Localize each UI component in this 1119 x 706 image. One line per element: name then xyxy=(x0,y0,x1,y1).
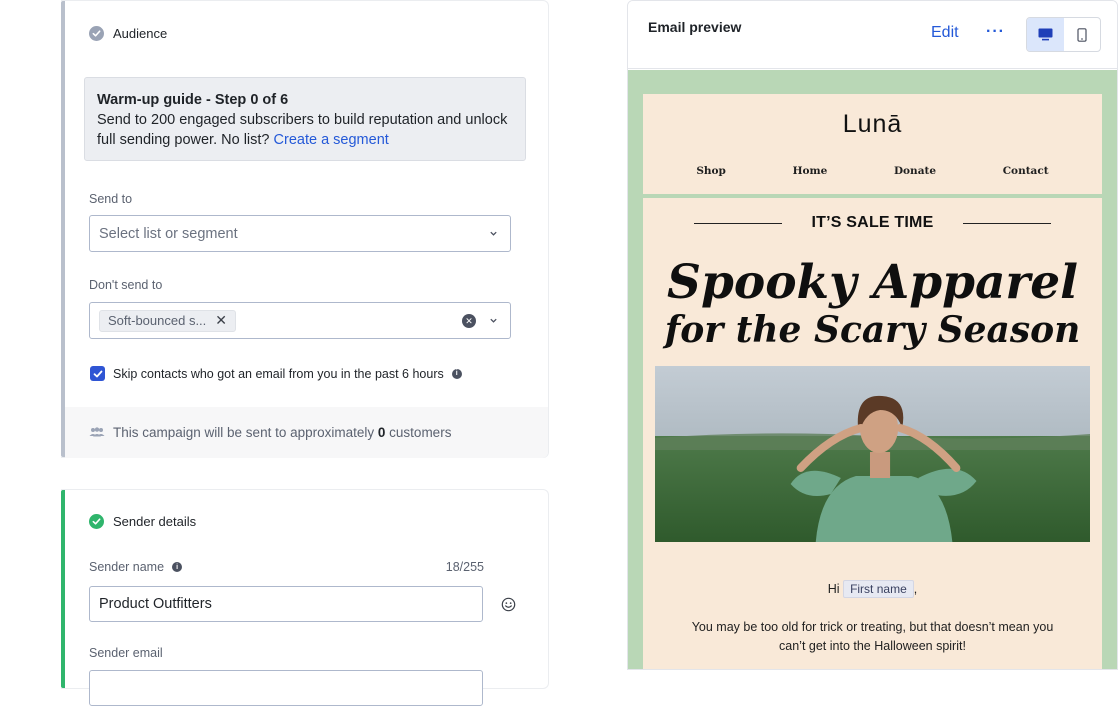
info-icon[interactable]: i xyxy=(451,368,462,379)
audience-title: Audience xyxy=(113,26,168,41)
device-toggle xyxy=(1026,17,1101,52)
email-content: Lunā Shop Home Donate Contact IT’S SALE … xyxy=(643,94,1102,669)
send-to-label: Send to xyxy=(89,192,133,206)
sale-banner: IT’S SALE TIME xyxy=(643,198,1102,248)
brand-logo: Lunā xyxy=(842,110,903,138)
audience-estimate: This campaign will be sent to approximat… xyxy=(65,407,548,458)
email-nav-item: Home xyxy=(792,165,828,177)
mobile-icon xyxy=(1077,27,1087,42)
greeting-line: Hi First name, xyxy=(643,580,1102,598)
preview-title: Email preview xyxy=(648,19,742,35)
check-circle-icon xyxy=(89,514,104,529)
emoji-icon[interactable] xyxy=(501,597,516,612)
email-preview-panel: Email preview Edit ··· Lunā Shop Home Do… xyxy=(627,0,1118,670)
email-nav-item: Donate xyxy=(893,165,937,177)
sender-name-input[interactable]: Product Outfitters xyxy=(89,586,483,622)
greeting-suffix: , xyxy=(913,582,918,596)
send-to-placeholder: Select list or segment xyxy=(99,225,238,242)
chevron-down-icon xyxy=(490,318,497,323)
clear-all-icon[interactable]: ✕ xyxy=(462,314,476,328)
preview-header: Email preview Edit ··· xyxy=(628,1,1117,69)
mobile-view-button[interactable] xyxy=(1064,18,1101,51)
send-to-select[interactable]: Select list or segment xyxy=(89,215,511,252)
headline-line-2: for the Scary Season xyxy=(664,309,1081,351)
sender-name-label: Sender name xyxy=(89,560,165,574)
dont-send-to-select[interactable]: Soft-bounced s... ✕ ✕ xyxy=(89,302,511,339)
excluded-segment-label: Soft-bounced s... xyxy=(108,313,207,328)
desktop-view-button[interactable] xyxy=(1027,18,1064,51)
divider xyxy=(693,222,782,224)
sender-name-counter: 18/255 xyxy=(445,560,484,574)
desktop-icon xyxy=(1038,28,1053,41)
warmup-guide-title: Warm-up guide - Step 0 of 6 xyxy=(97,92,289,108)
audience-rail xyxy=(61,1,65,457)
sender-name-value: Product Outfitters xyxy=(99,596,212,612)
email-body-copy: You may be too old for trick or treating… xyxy=(691,620,1054,653)
sale-text: IT’S SALE TIME xyxy=(811,214,934,231)
estimate-prefix: This campaign will be sent to approximat… xyxy=(113,425,375,440)
sender-email-input[interactable] xyxy=(89,670,483,706)
first-name-merge-tag: First name xyxy=(843,580,914,598)
skip-recent-label: Skip contacts who got an email from you … xyxy=(113,366,444,381)
sender-email-label: Sender email xyxy=(89,646,163,660)
audience-header[interactable]: Audience xyxy=(89,26,167,41)
sender-title: Sender details xyxy=(113,514,197,529)
remove-chip-icon[interactable]: ✕ xyxy=(215,312,227,329)
email-headline: Spooky Apparel for the Scary Season xyxy=(643,256,1102,352)
sender-name-label-row: Sender name i xyxy=(89,560,183,574)
divider xyxy=(963,222,1052,224)
skip-recent-checkbox[interactable] xyxy=(90,366,105,381)
email-nav-item: Shop xyxy=(696,165,726,177)
chevron-down-icon xyxy=(490,231,497,236)
sender-rail xyxy=(61,490,65,688)
warmup-guide: Warm-up guide - Step 0 of 6 Send to 200 … xyxy=(84,77,526,161)
email-nav-item: Contact xyxy=(1002,165,1049,177)
sender-header[interactable]: Sender details xyxy=(89,514,196,529)
headline-line-1: Spooky Apparel xyxy=(667,255,1078,310)
people-icon xyxy=(89,427,105,437)
check-circle-icon xyxy=(89,26,104,41)
skip-recent-row: Skip contacts who got an email from you … xyxy=(90,366,462,381)
hero-photo xyxy=(655,366,1090,542)
more-options-button[interactable]: ··· xyxy=(986,23,1005,41)
create-segment-link[interactable]: Create a segment xyxy=(274,132,389,148)
hero-image xyxy=(655,366,1090,542)
email-header: Lunā Shop Home Donate Contact xyxy=(643,94,1102,198)
edit-button[interactable]: Edit xyxy=(931,24,959,42)
dont-send-to-label: Don't send to xyxy=(89,278,163,292)
estimate-count: 0 xyxy=(377,425,386,440)
info-icon[interactable]: i xyxy=(172,562,183,572)
greeting-prefix: Hi xyxy=(827,582,840,596)
sender-card: Sender details Sender name i 18/255 Prod… xyxy=(61,489,549,706)
preview-canvas: Lunā Shop Home Donate Contact IT’S SALE … xyxy=(628,70,1117,669)
estimate-suffix: customers xyxy=(389,425,452,440)
email-nav: Shop Home Donate Contact xyxy=(643,165,1102,177)
audience-card: Audience Warm-up guide - Step 0 of 6 Sen… xyxy=(61,0,549,458)
excluded-segment-chip: Soft-bounced s... ✕ xyxy=(99,309,237,332)
